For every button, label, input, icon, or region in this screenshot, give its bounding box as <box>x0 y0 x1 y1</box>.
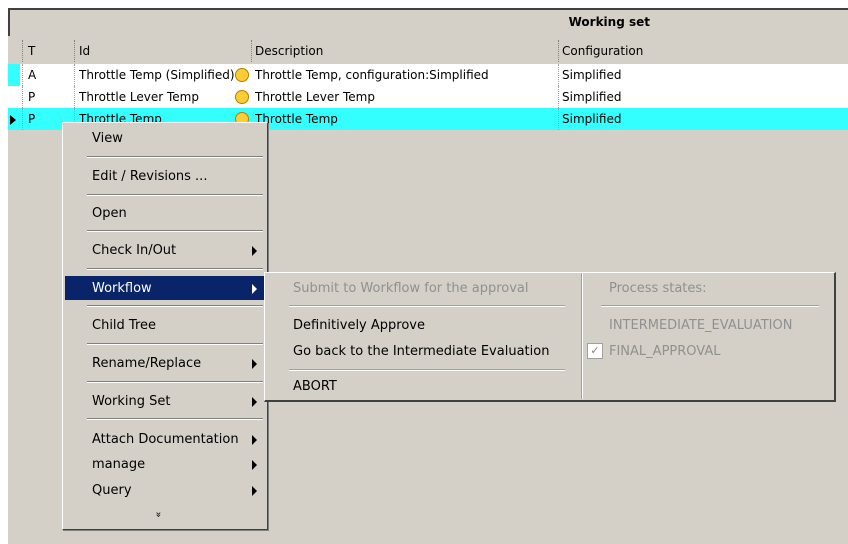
cell-separator <box>22 108 23 130</box>
submenu-arrow-icon <box>252 397 257 407</box>
cell-separator <box>22 64 23 86</box>
menu-separator <box>87 230 263 232</box>
checkmark-icon: ✓ <box>587 343 603 359</box>
menu-item-label: Attach Documentation <box>92 432 239 447</box>
menu-item-query[interactable]: Query <box>65 478 265 502</box>
menu-item-check-in-out[interactable]: Check In/Out <box>65 238 265 262</box>
menu-item-submit-workflow[interactable]: Submit to Workflow for the approval <box>293 281 529 296</box>
cell-configuration: Simplified <box>562 68 622 82</box>
cell-description: Throttle Temp, configuration:Simplified <box>255 68 489 82</box>
column-header-id[interactable]: Id <box>79 44 90 58</box>
workflow-submenu: Submit to Workflow for the approval Defi… <box>264 272 836 402</box>
menu-item-go-back-intermediate[interactable]: Go back to the Intermediate Evaluation <box>293 344 549 359</box>
menu-item-abort[interactable]: ABORT <box>293 379 337 394</box>
cell-configuration: Simplified <box>562 90 622 104</box>
column-header-configuration[interactable]: Configuration <box>562 44 643 58</box>
menu-item-label: View <box>92 131 123 146</box>
menu-item-rename-replace[interactable]: Rename/Replace <box>65 351 265 375</box>
process-states-label: Process states: <box>609 281 707 296</box>
menu-item-working-set[interactable]: Working Set <box>65 389 265 413</box>
menu-item-label: Rename/Replace <box>92 356 202 371</box>
cell-type: P <box>28 90 36 104</box>
cell-id: Throttle Temp (Simplified) <box>79 68 235 82</box>
menu-separator <box>289 369 565 371</box>
menu-item-definitively-approve[interactable]: Definitively Approve <box>293 318 425 333</box>
menu-separator <box>289 305 565 307</box>
cell-separator <box>22 86 23 108</box>
menu-item-label: Working Set <box>92 394 171 409</box>
menu-item-label: Query <box>92 483 132 498</box>
submenu-arrow-icon <box>252 460 257 470</box>
menu-item-label: Check In/Out <box>92 243 177 258</box>
submenu-arrow-icon <box>252 359 257 369</box>
cell-separator <box>74 64 75 86</box>
column-header-row: T Id Description Configuration <box>8 40 848 62</box>
menu-item-manage[interactable]: manage <box>65 452 265 476</box>
cell-description: Throttle Lever Temp <box>255 90 375 104</box>
menu-item-edit-revisions[interactable]: Edit / Revisions ... <box>65 164 265 188</box>
column-separator[interactable] <box>22 40 23 62</box>
working-set-title: Working set <box>568 15 650 29</box>
working-set-header: Working set <box>8 8 848 36</box>
menu-item-label: manage <box>92 457 146 472</box>
menu-separator <box>87 343 263 345</box>
menu-separator <box>87 194 263 196</box>
cell-separator <box>558 108 559 130</box>
current-row-arrow-icon <box>10 115 16 125</box>
menu-item-view[interactable]: View <box>65 126 265 150</box>
menu-separator <box>87 156 263 158</box>
vertical-divider <box>581 273 583 399</box>
column-separator[interactable] <box>251 40 252 62</box>
expand-more-icon[interactable]: » <box>153 511 164 517</box>
menu-item-label: Child Tree <box>92 318 157 333</box>
row-indicator <box>8 64 20 86</box>
submenu-arrow-icon <box>252 284 257 294</box>
menu-item-child-tree[interactable]: Child Tree <box>65 313 265 337</box>
column-separator[interactable] <box>74 40 75 62</box>
menu-separator <box>601 305 819 307</box>
cell-type: A <box>28 68 37 82</box>
state-final-approval: FINAL_APPROVAL <box>609 344 721 359</box>
menu-item-label: Workflow <box>92 281 152 296</box>
menu-separator <box>87 381 263 383</box>
menu-item-label: Open <box>92 206 127 221</box>
context-menu: View Edit / Revisions ... Open Check In/… <box>62 122 268 530</box>
submenu-arrow-icon <box>252 486 257 496</box>
menu-item-label: Edit / Revisions ... <box>92 169 208 184</box>
status-dot-icon <box>235 90 249 104</box>
menu-separator <box>87 268 263 270</box>
cell-id: Throttle Lever Temp <box>79 90 199 104</box>
submenu-arrow-icon <box>252 246 257 256</box>
status-dot-icon <box>235 68 249 82</box>
menu-item-attach-documentation[interactable]: Attach Documentation <box>65 427 265 451</box>
menu-item-open[interactable]: Open <box>65 201 265 225</box>
menu-item-workflow[interactable]: Workflow <box>65 276 265 300</box>
state-intermediate-evaluation: INTERMEDIATE_EVALUATION <box>609 318 793 333</box>
column-separator[interactable] <box>558 40 559 62</box>
table-row[interactable]: A Throttle Temp (Simplified) Throttle Te… <box>8 64 848 86</box>
column-header-type[interactable]: T <box>28 44 35 58</box>
table-row[interactable]: P Throttle Lever Temp Throttle Lever Tem… <box>8 86 848 108</box>
submenu-arrow-icon <box>252 435 257 445</box>
menu-separator <box>87 418 263 420</box>
cell-configuration: Simplified <box>562 112 622 126</box>
menu-separator <box>87 305 263 307</box>
cell-type: P <box>28 112 36 126</box>
cell-separator <box>74 86 75 108</box>
column-header-description[interactable]: Description <box>255 44 323 58</box>
cell-separator <box>558 64 559 86</box>
cell-separator <box>558 86 559 108</box>
